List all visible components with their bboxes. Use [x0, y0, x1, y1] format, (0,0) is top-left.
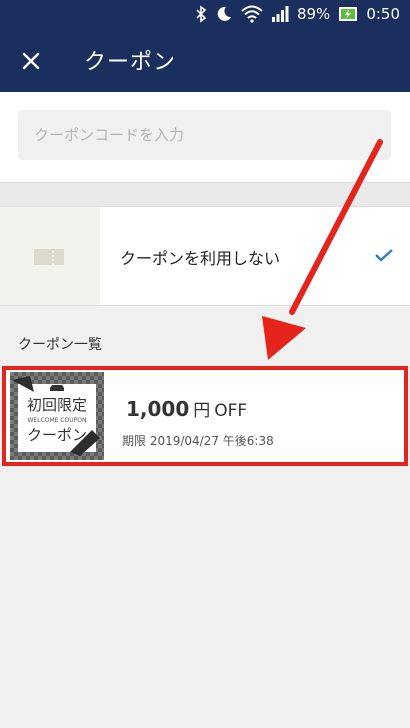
coupon-list-title: クーポン一覧 — [18, 337, 102, 353]
coupon-item[interactable]: 初回限定 WELCOME COUPON クーポン 1,000 円 OFF 期限 20… — [2, 366, 408, 466]
clock: 0:50 — [366, 5, 400, 23]
coupon-value: 1,000 — [126, 397, 190, 421]
check-icon — [375, 249, 393, 262]
wifi-icon — [241, 5, 263, 23]
ticket-icon — [34, 249, 64, 265]
close-button[interactable] — [16, 46, 46, 76]
badge-subtitle: WELCOME COUPON — [28, 417, 87, 424]
battery-percent: 89% — [296, 5, 331, 23]
coupon-amount: 1,000 円 OFF — [126, 396, 247, 421]
coupon-off: OFF — [214, 401, 248, 421]
coupon-code-input[interactable] — [18, 110, 391, 160]
badge-line2: クーポン — [27, 426, 87, 444]
badge-line1: 初回限定 — [27, 396, 87, 414]
close-icon — [22, 52, 40, 70]
signal-icon — [271, 6, 289, 22]
battery-icon — [339, 7, 358, 21]
coupon-expiry: 期限 2019/04/27 午後6:38 — [122, 434, 274, 448]
no-coupon-label: クーポンを利用しない — [120, 249, 281, 268]
no-coupon-thumbnail — [0, 207, 100, 305]
status-bar: 89% 0:50 — [0, 0, 410, 30]
welcome-coupon-badge: 初回限定 WELCOME COUPON クーポン — [10, 372, 104, 460]
bluetooth-icon — [196, 5, 207, 23]
coupon-code-section — [0, 92, 410, 182]
section-divider — [0, 182, 410, 206]
page-title: クーポン — [84, 50, 177, 75]
coupon-unit: 円 — [193, 401, 211, 421]
app-bar: クーポン — [0, 30, 410, 92]
no-coupon-option[interactable]: クーポンを利用しない — [0, 206, 410, 306]
moon-icon — [217, 6, 231, 21]
